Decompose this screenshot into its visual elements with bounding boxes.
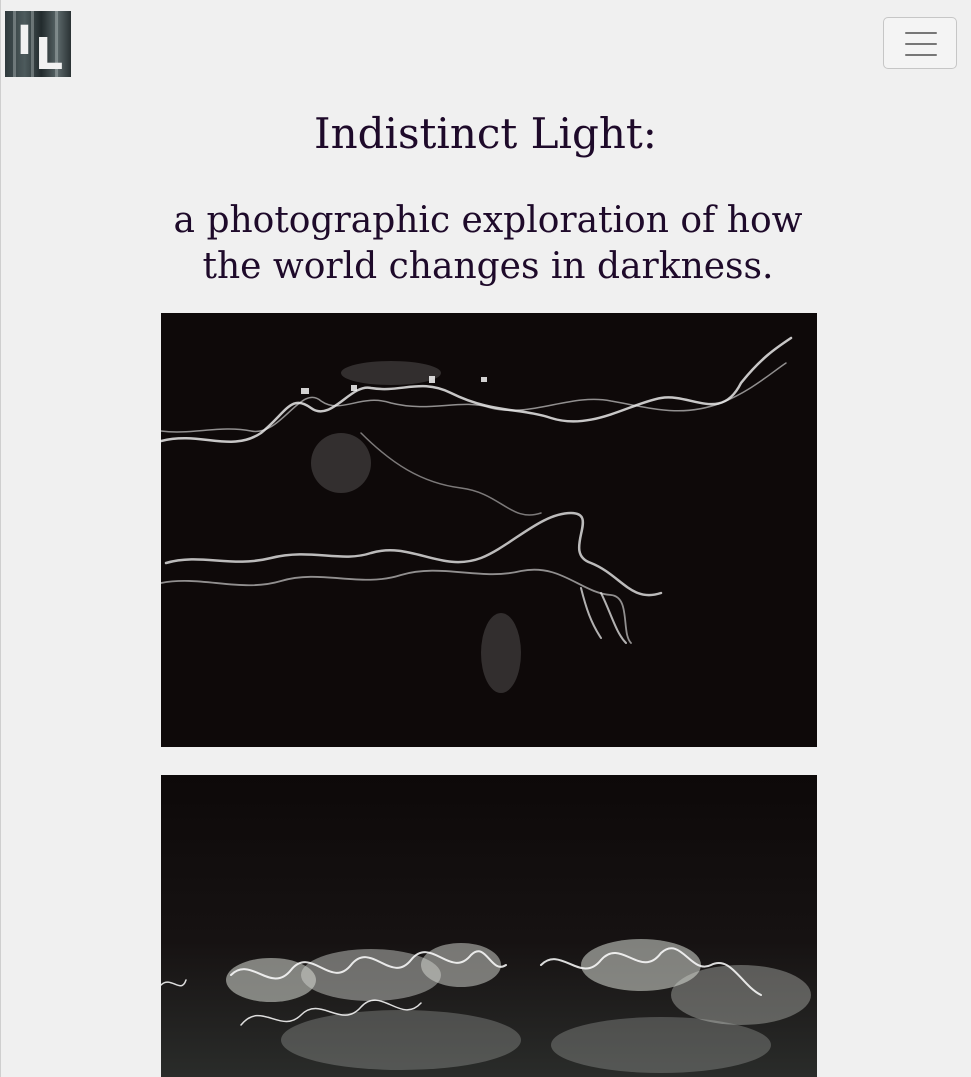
light-trails-image: [161, 313, 817, 747]
page-subtitle: a photographic exploration of how the wo…: [173, 200, 803, 287]
page-title: Indistinct Light:: [314, 109, 657, 158]
page-edge-divider: [0, 0, 1, 1077]
gallery-photo-blurred-lights[interactable]: [161, 775, 817, 1077]
logo-letter-l: L: [35, 29, 64, 77]
logo-letter-i: I: [17, 18, 32, 64]
site-logo[interactable]: I L: [5, 11, 71, 77]
menu-toggle-button[interactable]: [883, 17, 957, 69]
blurred-lights-image: [161, 775, 817, 1077]
page: I L Indistinct Light: a photographic exp…: [0, 0, 971, 1077]
gallery-photo-light-trails[interactable]: [161, 313, 817, 747]
